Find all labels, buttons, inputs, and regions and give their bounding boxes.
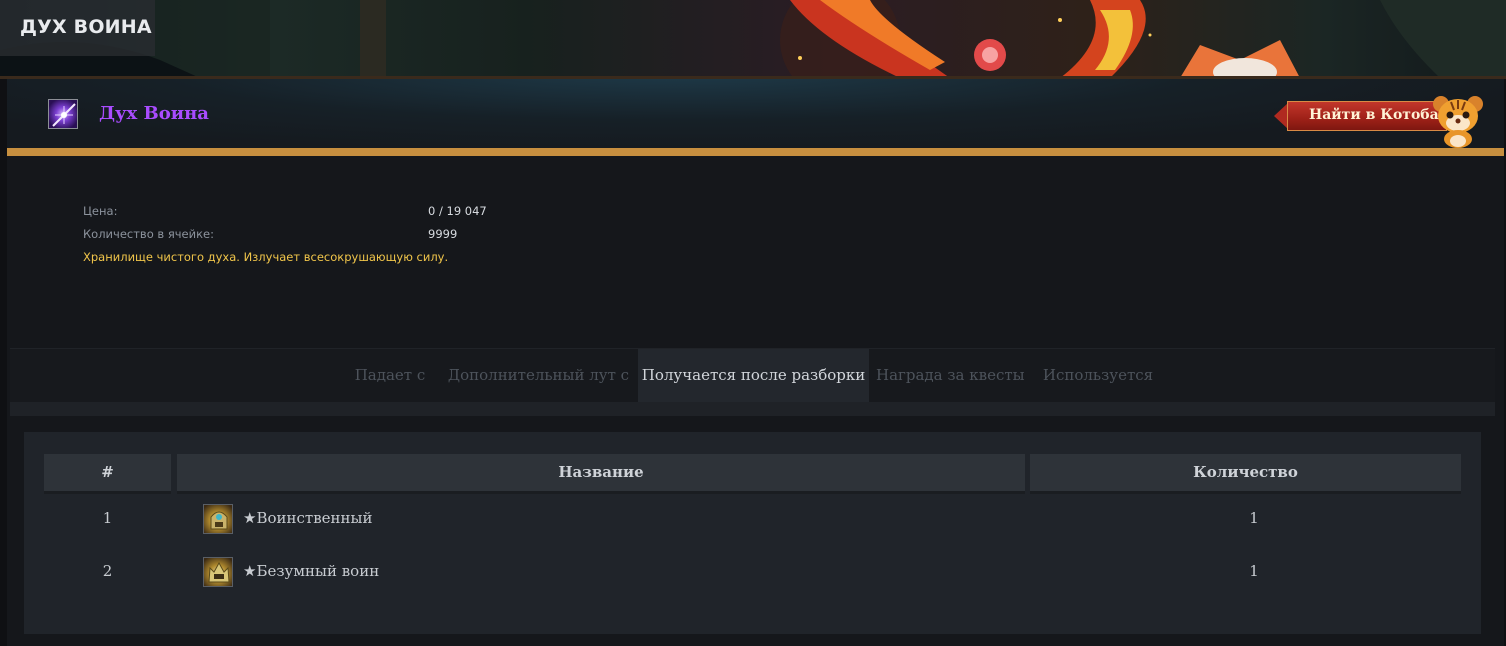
row-1-name-link[interactable]: ★Воинственный xyxy=(243,509,372,527)
accent-divider xyxy=(7,148,1504,156)
item-name: Дух Воина xyxy=(99,103,209,124)
header-banner: ДУХ ВОИНА xyxy=(0,0,1506,78)
frame-left xyxy=(0,79,7,646)
column-header-name[interactable]: Название xyxy=(177,454,1025,494)
price-value: 0 / 19 047 xyxy=(428,204,487,218)
site-title: ДУХ ВОИНА xyxy=(20,16,152,38)
column-header-index[interactable]: # xyxy=(44,454,171,494)
tab-drops-from[interactable]: Падает с xyxy=(348,349,432,402)
row-2-quantity: 1 xyxy=(1249,562,1259,580)
tab-quest-rewards[interactable]: Награда за квесты xyxy=(876,349,1025,402)
tab-used-in[interactable]: Используется xyxy=(1038,349,1158,402)
tiger-mascot-icon[interactable] xyxy=(1429,92,1487,148)
stack-size-label: Количество в ячейке: xyxy=(83,227,214,241)
tab-extra-loot-from[interactable]: Дополнительный лут с xyxy=(446,349,631,402)
column-header-quantity[interactable]: Количество xyxy=(1030,454,1461,494)
item-properties: Цена: 0 / 19 047 Количество в ячейке: 99… xyxy=(83,204,487,264)
find-in-kotobase-button[interactable]: Найти в Котобазе xyxy=(1273,99,1457,133)
button-arrow-tip xyxy=(1274,103,1288,129)
property-row-price: Цена: 0 / 19 047 xyxy=(83,204,487,227)
warrior-helmet-icon[interactable] xyxy=(203,504,233,534)
property-row-stack: Количество в ячейке: 9999 xyxy=(83,227,457,250)
row-2-name-link[interactable]: ★Безумный воин xyxy=(243,562,379,580)
row-2-index: 2 xyxy=(102,562,113,580)
site-title-box: ДУХ ВОИНА xyxy=(0,0,155,56)
mad-warrior-helmet-icon[interactable] xyxy=(203,557,233,587)
tab-obtained-from-disassembly[interactable]: Получается после разборки xyxy=(638,349,869,402)
spirit-crystal-icon xyxy=(48,99,78,129)
price-label: Цена: xyxy=(83,204,118,218)
banner-artwork xyxy=(0,0,1506,78)
row-1-quantity: 1 xyxy=(1249,509,1259,527)
item-description: Хранилище чистого духа. Излучает всесокр… xyxy=(83,250,449,264)
stack-size-value: 9999 xyxy=(428,227,458,241)
row-1-index: 1 xyxy=(102,509,113,527)
item-header: Дух Воина Найти в Котобазе xyxy=(7,79,1504,148)
tabs-underline-strip xyxy=(10,402,1495,416)
